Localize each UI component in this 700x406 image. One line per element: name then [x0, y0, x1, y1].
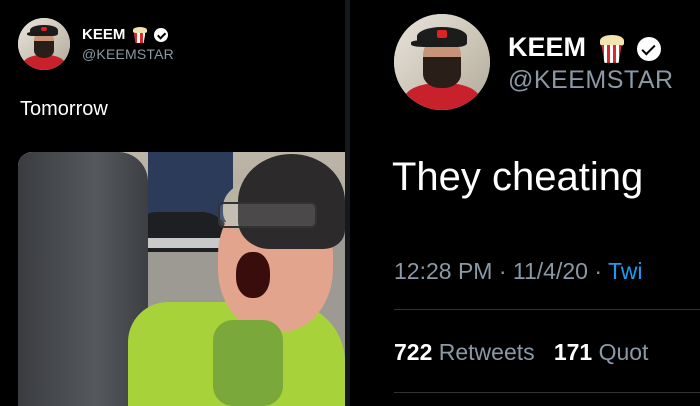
tweet-text: They cheating — [392, 155, 644, 199]
tweet-source-link[interactable]: Twi — [608, 258, 643, 284]
quotes-stat[interactable]: 171 Quot — [554, 339, 649, 365]
tweet-metadata: 12:28 PM · 11/4/20 · Twi — [394, 258, 642, 285]
divider — [394, 309, 700, 310]
separator: · — [492, 258, 513, 284]
tweet-media-photo[interactable] — [18, 152, 345, 406]
tweet-time[interactable]: 12:28 PM — [394, 258, 492, 284]
user-handle[interactable]: @KEEMSTAR — [508, 66, 674, 95]
display-name[interactable]: KEEM — [82, 26, 168, 44]
user-handle[interactable]: @KEEMSTAR — [82, 46, 174, 62]
display-name-text[interactable]: KEEM — [82, 26, 125, 43]
separator: · — [587, 258, 608, 284]
tweet-date[interactable]: 11/4/20 — [513, 258, 588, 284]
popcorn-icon — [599, 34, 624, 63]
tweet-text: Tomorrow — [20, 98, 108, 120]
divider — [394, 392, 700, 393]
avatar[interactable] — [394, 14, 490, 110]
left-tweet-card: KEEM @KEEMSTAR Tomorrow — [0, 0, 345, 406]
tweet-stats: 722 Retweets 171 Quot — [394, 339, 648, 366]
avatar[interactable] — [18, 18, 70, 70]
display-name[interactable]: KEEM — [508, 32, 662, 63]
quotes-count: 171 — [553, 339, 593, 365]
retweets-count: 722 — [394, 339, 433, 365]
verified-badge-icon — [637, 36, 662, 61]
verified-badge-icon — [153, 28, 168, 43]
popcorn-icon — [132, 27, 147, 44]
display-name-text[interactable]: KEEM — [508, 32, 586, 62]
retweets-label: Retweets — [438, 339, 535, 365]
right-tweet-card: KEEM @KEEMSTAR They cheating 12:28 PM · … — [350, 0, 700, 406]
quotes-label: Quot — [598, 339, 649, 365]
retweets-stat[interactable]: 722 Retweets — [394, 339, 535, 365]
